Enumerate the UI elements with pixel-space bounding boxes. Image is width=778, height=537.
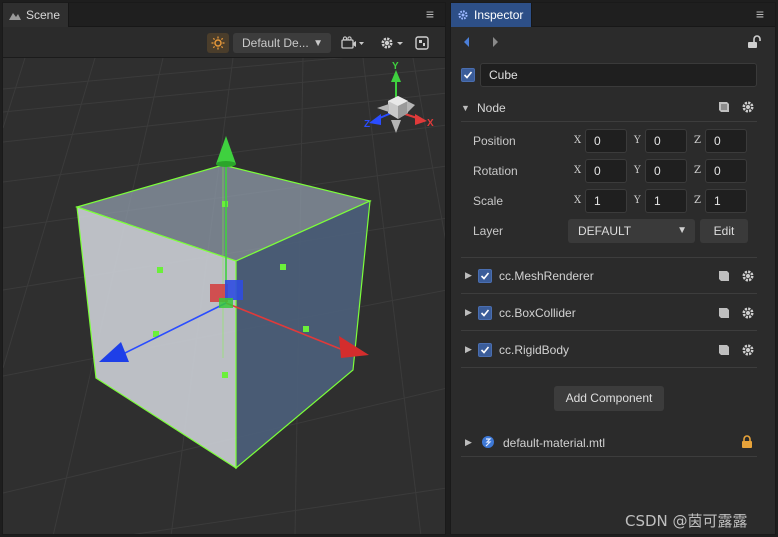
divider <box>461 121 757 122</box>
inspector-tabbar: Inspector ≡ <box>451 3 775 27</box>
cog-icon <box>458 10 468 20</box>
camera-icon <box>341 36 364 49</box>
check-icon <box>480 346 490 354</box>
axis-x-label: X <box>574 135 582 146</box>
check-icon <box>463 71 473 79</box>
chevron-down-icon: ▼ <box>313 37 323 49</box>
add-component-button[interactable]: Add Component <box>554 386 664 411</box>
chevron-down-icon: ▼ <box>677 225 687 236</box>
forward-arrow-icon[interactable] <box>489 36 501 48</box>
lock-icon[interactable] <box>741 435 753 449</box>
material-label: default-material.mtl <box>503 436 606 450</box>
sun-icon <box>211 36 225 50</box>
caret-down-icon: ▼ <box>461 103 470 113</box>
axis-x-label: X <box>574 195 582 206</box>
layer-select-value: DEFAULT <box>578 224 632 238</box>
node-active-checkbox[interactable] <box>461 68 475 82</box>
scene-3d-view[interactable]: Y X Z <box>3 58 445 534</box>
gizmo-y-arrow <box>216 136 236 164</box>
scene-viewport[interactable]: Y X Z <box>3 58 445 534</box>
axis-y-label: Y <box>634 195 641 206</box>
tab-inspector-label: Inspector <box>474 8 524 22</box>
axis-z-label: Z <box>694 135 701 146</box>
scale-z-field[interactable]: 1 <box>705 189 747 213</box>
component-label: cc.BoxCollider <box>499 306 576 320</box>
component-label: cc.RigidBody <box>499 343 570 357</box>
camera-preset-value: Default De... <box>242 36 309 50</box>
position-x-field[interactable]: 0 <box>585 129 627 153</box>
check-icon <box>480 272 490 280</box>
axis-y-label: Y <box>634 135 641 146</box>
grid-snap-icon <box>415 36 429 50</box>
tab-scene[interactable]: Scene <box>3 3 70 27</box>
book-icon[interactable] <box>717 343 731 357</box>
check-icon <box>480 309 490 317</box>
rotation-label: Rotation <box>473 164 518 178</box>
axis-z-label: Z <box>694 195 701 206</box>
material-icon <box>482 436 494 448</box>
position-z-field[interactable]: 0 <box>705 129 747 153</box>
book-icon[interactable] <box>717 100 731 114</box>
scene-icon <box>9 13 21 20</box>
book-icon[interactable] <box>717 269 731 283</box>
axis-z-label: Z <box>694 165 701 176</box>
rotation-x-field[interactable]: 0 <box>585 159 627 183</box>
component-row[interactable]: ▶ cc.MeshRenderer <box>461 258 757 294</box>
rotation-z-field[interactable]: 0 <box>705 159 747 183</box>
gizmo-x-label: X <box>427 118 434 129</box>
inspector-panel: Inspector ≡ Cube ▼ Node Position X 0 Y 0… <box>450 2 776 535</box>
scene-grid-button[interactable] <box>413 33 431 53</box>
component-enabled-checkbox[interactable] <box>478 269 492 283</box>
component-enabled-checkbox[interactable] <box>478 343 492 357</box>
scene-panel: Scene ≡ Default De... ▼ Y X Z <box>2 2 446 535</box>
scene-settings-button[interactable] <box>379 33 407 53</box>
unlock-icon[interactable] <box>747 35 761 49</box>
node-name-row: Cube <box>461 63 757 87</box>
scale-label: Scale <box>473 194 504 208</box>
tab-inspector[interactable]: Inspector <box>451 3 533 27</box>
node-section-header[interactable]: ▼ Node <box>461 97 757 119</box>
node-name-input[interactable]: Cube <box>480 63 757 87</box>
position-y-field[interactable]: 0 <box>645 129 687 153</box>
scene-camera-button[interactable] <box>339 33 367 53</box>
watermark: CSDN @茵可露露 <box>625 512 748 530</box>
gizmo-y-label: Y <box>392 61 399 72</box>
component-enabled-checkbox[interactable] <box>478 306 492 320</box>
tab-scene-label: Scene <box>26 8 61 22</box>
scene-light-toggle[interactable] <box>207 33 229 53</box>
caret-right-icon: ▶ <box>465 344 472 354</box>
axis-y-label: Y <box>634 165 641 176</box>
scale-x-field[interactable]: 1 <box>585 189 627 213</box>
position-label: Position <box>473 134 516 148</box>
camera-preset-dropdown[interactable]: Default De... ▼ <box>233 33 331 53</box>
node-section-title: Node <box>477 101 506 115</box>
scene-toolbar: Default De... ▼ <box>3 27 445 58</box>
caret-right-icon: ▶ <box>465 437 472 447</box>
scale-y-field[interactable]: 1 <box>645 189 687 213</box>
axis-x-label: X <box>574 165 582 176</box>
layer-select[interactable]: DEFAULT ▼ <box>568 219 695 243</box>
inspector-nav <box>451 27 775 59</box>
inspector-menu-icon[interactable]: ≡ <box>753 7 767 21</box>
scene-tabbar: Scene ≡ <box>3 3 445 27</box>
gear-icon <box>381 37 403 49</box>
gizmo-z-label: Z <box>364 119 370 130</box>
gear-icon[interactable] <box>741 100 755 114</box>
material-row[interactable]: ▶ default-material.mtl <box>461 429 757 457</box>
component-label: cc.MeshRenderer <box>499 269 594 283</box>
caret-right-icon: ▶ <box>465 307 472 317</box>
scene-menu-icon[interactable]: ≡ <box>423 7 437 21</box>
book-icon[interactable] <box>717 306 731 320</box>
gear-icon[interactable] <box>741 306 755 320</box>
component-row[interactable]: ▶ cc.BoxCollider <box>461 295 757 331</box>
orientation-gizmo[interactable]: Y X Z <box>364 61 434 133</box>
layer-label: Layer <box>473 224 504 238</box>
component-row[interactable]: ▶ cc.RigidBody <box>461 332 757 368</box>
caret-right-icon: ▶ <box>465 270 472 280</box>
layer-edit-button[interactable]: Edit <box>700 219 748 243</box>
gear-icon[interactable] <box>741 343 755 357</box>
rotation-y-field[interactable]: 0 <box>645 159 687 183</box>
back-arrow-icon[interactable] <box>461 36 473 48</box>
gear-icon[interactable] <box>741 269 755 283</box>
